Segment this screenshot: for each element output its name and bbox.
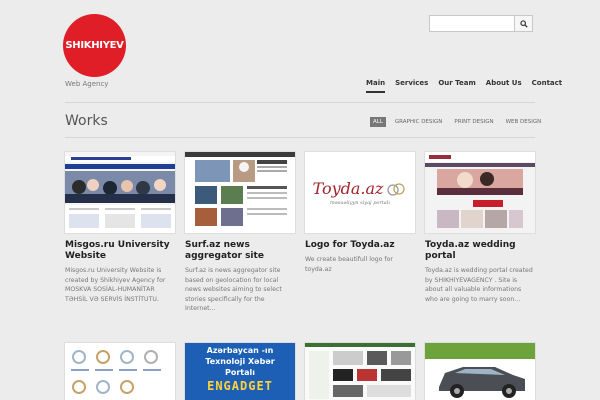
- shop-screenshot-image: [305, 343, 415, 400]
- card-thumbnail[interactable]: Toyda.az məsuəliyyn siyaj portalı: [305, 152, 415, 233]
- nav-item-main[interactable]: Main: [366, 79, 386, 93]
- search-form: [429, 15, 533, 32]
- card-thumbnail[interactable]: [65, 343, 175, 400]
- tagline: Web Agency: [65, 80, 109, 88]
- nav-item-services[interactable]: Services: [395, 79, 428, 93]
- filter-graphic-design[interactable]: GRAPHIC DESIGN: [390, 116, 447, 128]
- banner-line-1: Azərbaycan -ın: [206, 346, 274, 355]
- nav-item-contact[interactable]: Contact: [532, 79, 563, 93]
- card-title[interactable]: Logo for Toyda.az: [305, 240, 415, 251]
- nav-item-our-team[interactable]: Our Team: [438, 79, 475, 93]
- banner-line-2: Texnoloji Xəbər: [205, 357, 275, 366]
- card-title[interactable]: Surf.az news aggregator site: [185, 240, 295, 262]
- banner-text: Azərbaycan -ın Texnoloji Xəbər Portalı: [185, 343, 295, 378]
- card-title[interactable]: Misgos.ru University Website: [65, 240, 175, 262]
- section-title: Works: [65, 113, 108, 129]
- nav-item-about-us[interactable]: About Us: [486, 79, 522, 93]
- jewelry-screenshot-image: [65, 343, 175, 400]
- car-screenshot-image: [425, 343, 535, 400]
- card-title[interactable]: Toyda.az wedding portal: [425, 240, 535, 262]
- card-thumbnail[interactable]: [65, 152, 175, 233]
- portfolio-card[interactable]: Surf.az news aggregator site Surf.az is …: [185, 152, 295, 314]
- misgos-screenshot-image: [65, 152, 175, 233]
- filter-web-design[interactable]: WEB DESIGN: [501, 116, 546, 128]
- card-thumbnail[interactable]: [185, 152, 295, 233]
- search-input[interactable]: [429, 15, 515, 32]
- filter-print-design[interactable]: PRINT DESIGN: [450, 116, 498, 128]
- card-description: Misgos.ru University Website is created …: [65, 267, 166, 303]
- brand-logo[interactable]: SHIKHIYEV: [63, 14, 126, 77]
- filter-all[interactable]: ALL: [369, 116, 387, 128]
- card-thumbnail[interactable]: [305, 343, 415, 400]
- banner-line-3: Portalı: [224, 368, 255, 377]
- rings-icon: [387, 182, 406, 196]
- brand-logo-text: SHIKHIYEV: [65, 40, 124, 51]
- header-divider: [65, 102, 535, 103]
- toyda-logo-subtitle: məsuəliyyn siyaj portalı: [329, 200, 390, 206]
- portfolio-filters: ALL GRAPHIC DESIGN PRINT DESIGN WEB DESI…: [369, 116, 549, 128]
- search-icon: [519, 19, 528, 28]
- search-button[interactable]: [515, 15, 533, 32]
- banner-word: ENGADGET: [207, 379, 273, 393]
- surf-screenshot-image: [185, 152, 295, 233]
- card-thumbnail[interactable]: [425, 343, 535, 400]
- card-thumbnail[interactable]: [425, 152, 535, 233]
- card-description: Toyda.az is wedding portal created by SH…: [425, 267, 533, 303]
- toyda-logo-text: Toyda.az: [312, 179, 384, 198]
- card-thumbnail[interactable]: Azərbaycan -ın Texnoloji Xəbər Portalı E…: [185, 343, 295, 400]
- toyda-screenshot-image: [425, 152, 535, 233]
- main-nav: Main Services Our Team About Us Contact: [366, 79, 572, 93]
- portfolio-card[interactable]: Misgos.ru University Website Misgos.ru U…: [65, 152, 175, 304]
- portfolio-card[interactable]: Toyda.az wedding portal Toyda.az is wedd…: [425, 152, 535, 304]
- portfolio-card[interactable]: Toyda.az məsuəliyyn siyaj portalı Logo f…: [305, 152, 415, 274]
- section-divider: [65, 137, 535, 138]
- card-description: We create beautifull logo for toyda.az: [305, 256, 393, 273]
- card-description: Surf.az is news aggregator site based on…: [185, 267, 282, 312]
